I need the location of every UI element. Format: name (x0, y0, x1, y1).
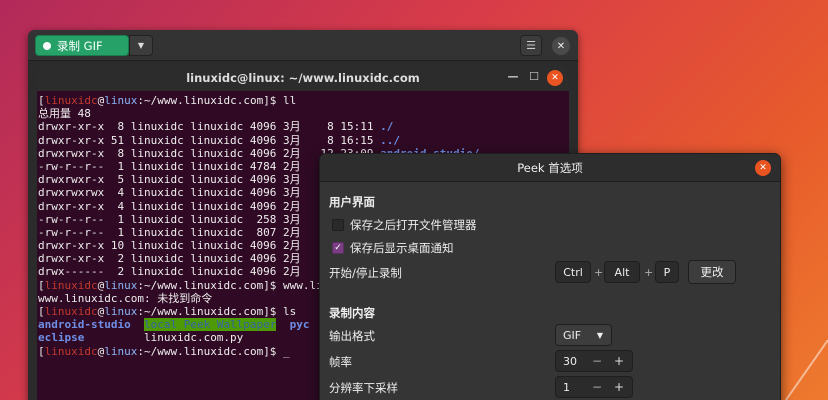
peek-headerbar: 录制 GIF ▼ ☰ ✕ (28, 30, 578, 61)
downsample-value: 1 (563, 380, 570, 394)
output-format-label: 输出格式 (329, 329, 375, 343)
framerate-value: 30 (563, 354, 577, 368)
record-icon (43, 41, 51, 50)
downsample-label: 分辨率下采样 (329, 381, 398, 395)
terminal-line: [linuxidc@linux:~/www.linuxidc.com]$ ll (38, 94, 297, 107)
downsample-spinbutton[interactable]: 1 − + (555, 376, 633, 398)
maximize-icon[interactable]: ☐ (526, 70, 542, 83)
recording-section-heading: 录制内容 (329, 306, 375, 320)
plus-separator: + (594, 266, 604, 279)
plus-icon[interactable]: + (614, 380, 624, 394)
show-notification-label: 保存后显示桌面通知 (350, 241, 454, 255)
terminal-line: drwxr-xr-x 8 linuxidc linuxidc 4096 3月 8… (38, 120, 394, 134)
shortcut-key-ctrl: Ctrl (555, 261, 591, 283)
terminal-titlebar: linuxidc@linux: ~/www.linuxidc.com — ☐ ✕ (37, 64, 569, 91)
open-file-manager-checkbox-row[interactable]: 保存之后打开文件管理器 (332, 217, 477, 233)
hamburger-icon: ☰ (526, 39, 536, 52)
output-format-value: GIF (563, 328, 582, 342)
plus-icon[interactable]: + (614, 354, 624, 368)
change-shortcut-button[interactable]: 更改 (688, 260, 736, 284)
peek-preferences-dialog: Peek 首选项 ✕ 用户界面 保存之后打开文件管理器 ✓ 保存后显示桌面通知 … (319, 153, 781, 400)
show-notification-checkbox-row[interactable]: ✓ 保存后显示桌面通知 (332, 240, 454, 256)
framerate-label: 帧率 (329, 355, 352, 369)
chevron-down-icon: ▼ (596, 330, 603, 340)
terminal-title: linuxidc@linux: ~/www.linuxidc.com (186, 70, 420, 85)
prefs-title: Peek 首选项 (517, 160, 583, 175)
minimize-icon[interactable]: — (505, 70, 521, 83)
format-dropdown-button[interactable]: ▼ (129, 35, 153, 56)
minus-icon[interactable]: − (592, 380, 602, 394)
peek-close-button[interactable]: ✕ (552, 37, 570, 55)
menu-button[interactable]: ☰ (520, 35, 542, 56)
close-icon: ✕ (556, 40, 566, 52)
plus-separator: + (644, 266, 654, 279)
prefs-titlebar: Peek 首选项 ✕ (320, 154, 780, 182)
output-format-select[interactable]: GIF ▼ (555, 324, 612, 346)
shortcut-key-p: P (655, 261, 679, 283)
terminal-close-button[interactable]: ✕ (547, 70, 563, 86)
prefs-close-button[interactable]: ✕ (755, 160, 771, 176)
terminal-line: 总用量 48 (38, 107, 91, 121)
show-notification-checkbox[interactable]: ✓ (332, 242, 344, 254)
open-file-manager-checkbox[interactable] (332, 219, 344, 231)
record-label: 录制 GIF (57, 38, 103, 53)
chevron-down-icon: ▼ (137, 41, 145, 50)
shortcut-label: 开始/停止录制 (329, 266, 402, 280)
record-gif-button[interactable]: 录制 GIF (35, 35, 129, 56)
ui-section-heading: 用户界面 (329, 195, 375, 209)
framerate-spinbutton[interactable]: 30 − + (555, 350, 633, 372)
minus-icon[interactable]: − (592, 354, 602, 368)
open-file-manager-label: 保存之后打开文件管理器 (350, 218, 477, 232)
shortcut-key-alt: Alt (604, 261, 640, 283)
terminal-line: drwxr-xr-x 51 linuxidc linuxidc 4096 3月 … (38, 133, 401, 147)
